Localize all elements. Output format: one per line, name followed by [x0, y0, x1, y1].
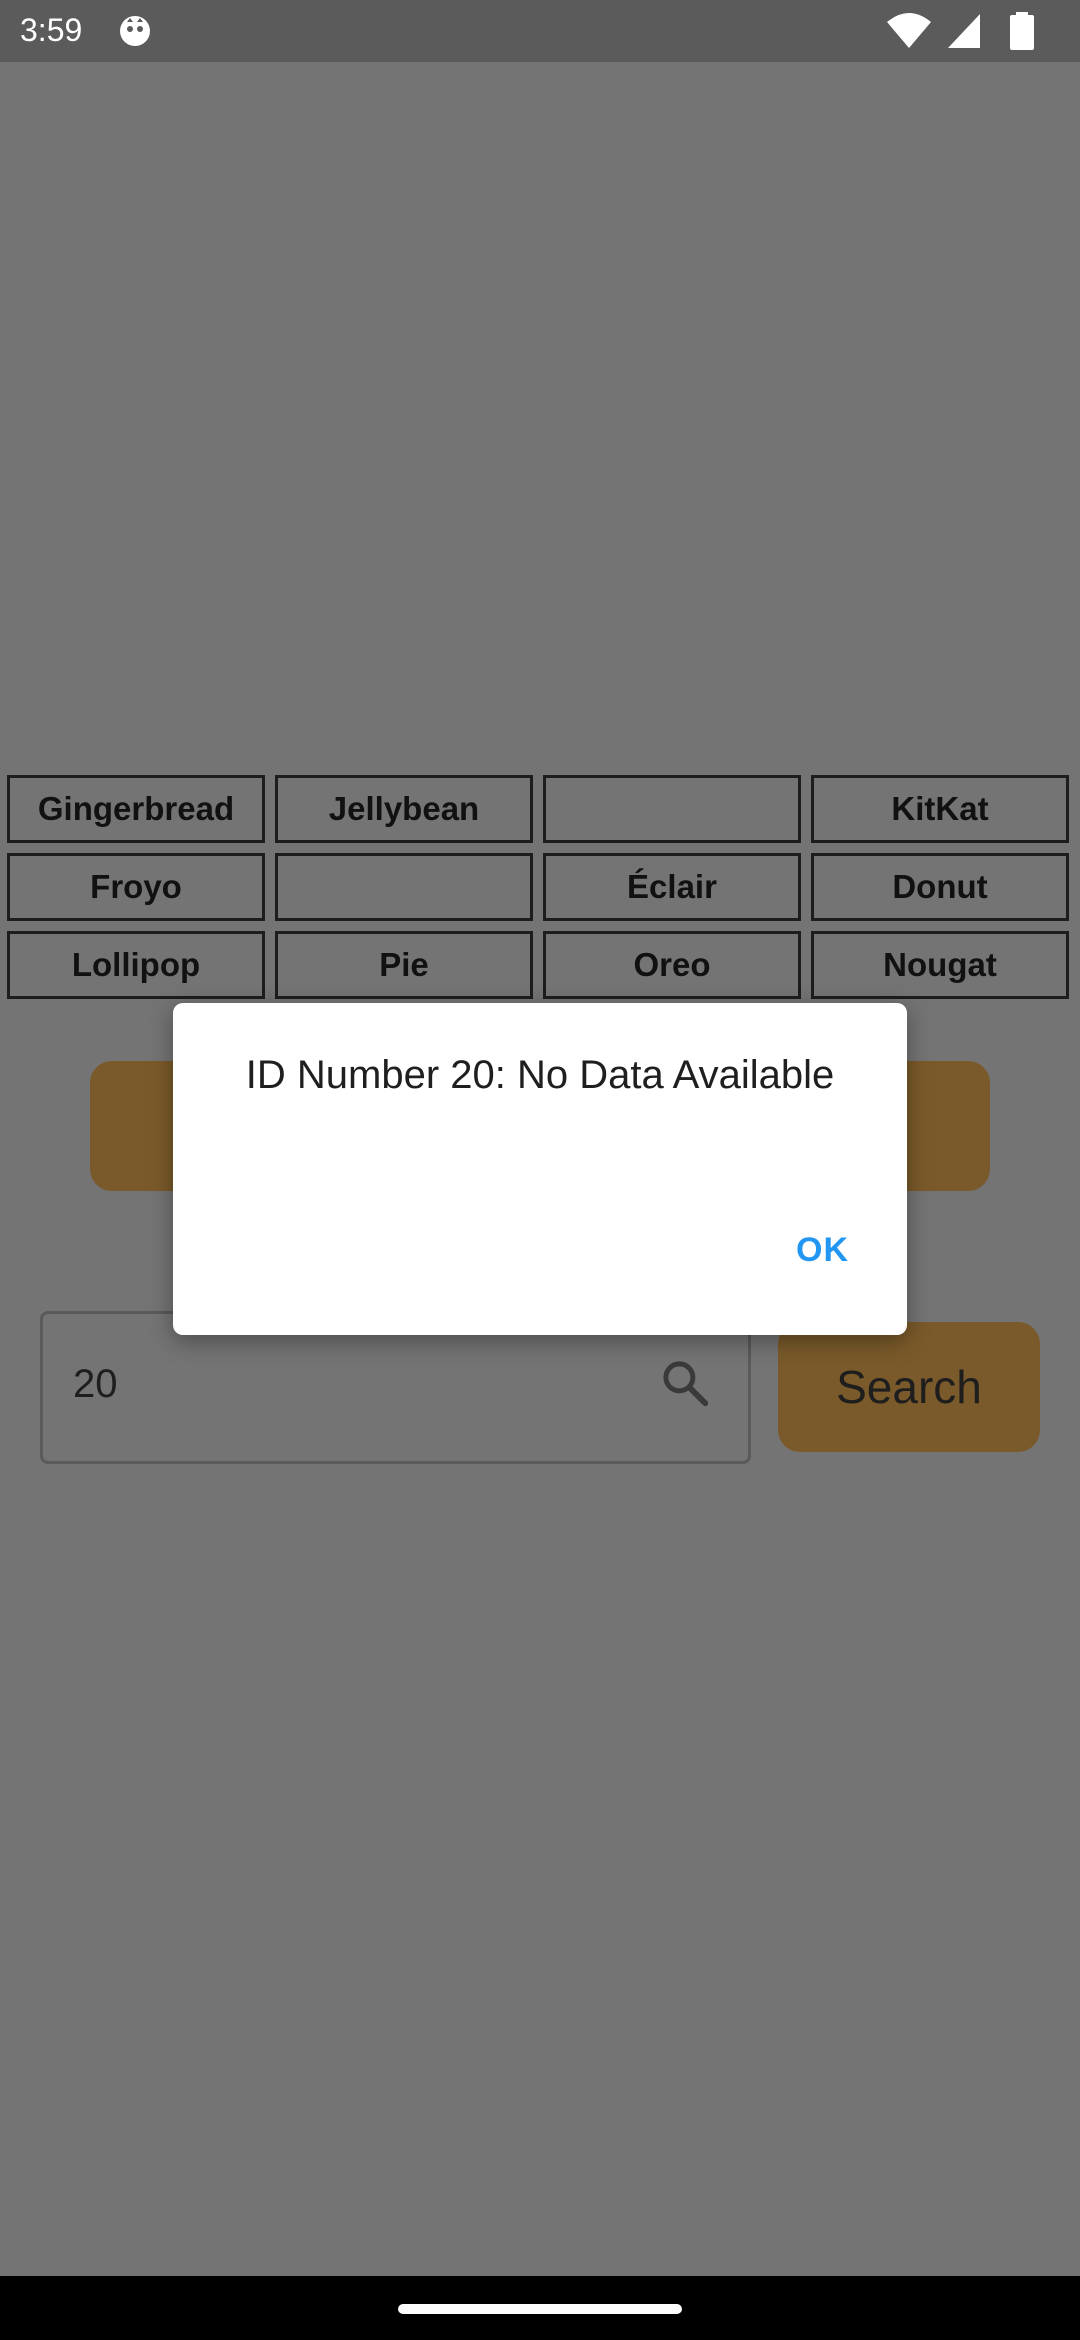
grid-cell[interactable]: Oreo	[543, 931, 801, 999]
status-bar: 3:59	[0, 0, 1080, 62]
battery-icon	[1010, 12, 1034, 50]
home-gesture-handle[interactable]	[398, 2304, 682, 2314]
grid-cell[interactable]	[543, 775, 801, 843]
grid-cell[interactable]: Froyo	[7, 853, 265, 921]
search-icon[interactable]	[658, 1356, 712, 1410]
alert-dialog: ID Number 20: No Data Available OK	[173, 1003, 907, 1335]
grid-cell[interactable]: Jellybean	[275, 775, 533, 843]
wifi-icon	[887, 13, 931, 48]
grid-cell[interactable]: Nougat	[811, 931, 1069, 999]
cell-signal-icon	[948, 14, 980, 48]
status-time: 3:59	[20, 12, 83, 48]
navigation-bar	[0, 2276, 1080, 2340]
grid-cell[interactable]: Lollipop	[7, 931, 265, 999]
ok-button[interactable]: OK	[796, 1231, 849, 1270]
grid-cell[interactable]: Donut	[811, 853, 1069, 921]
grid-cell[interactable]	[275, 853, 533, 921]
grid-cell[interactable]: Pie	[275, 931, 533, 999]
status-icons	[886, 12, 1056, 50]
grid-cell[interactable]: Éclair	[543, 853, 801, 921]
search-input-value: 20	[73, 1362, 118, 1406]
grid-cell[interactable]: Gingerbread	[7, 775, 265, 843]
search-button[interactable]: Search	[778, 1322, 1040, 1452]
dialog-message: ID Number 20: No Data Available	[245, 1053, 835, 1097]
grid-cell[interactable]: KitKat	[811, 775, 1069, 843]
app-notification-icon	[120, 16, 150, 46]
